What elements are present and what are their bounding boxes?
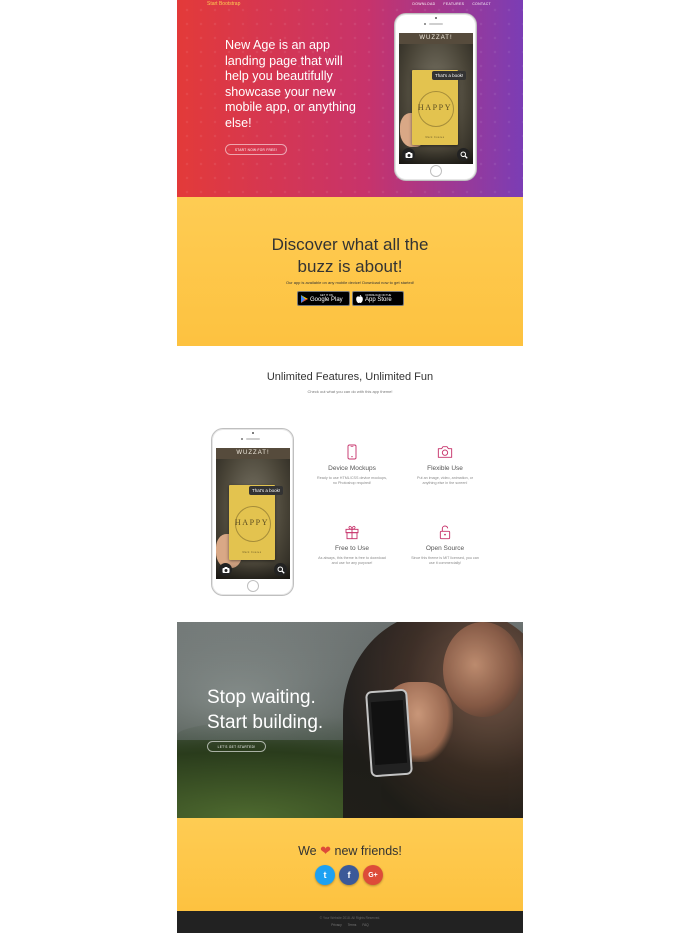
feature-title: Flexible Use [427, 465, 463, 472]
phone-sensor [423, 22, 426, 25]
features-phone-mockup: WUZZAT! HAPPY Mark Coates That's a book! [211, 428, 294, 596]
download-heading: Discover what all the buzz is about! [271, 235, 429, 276]
gift-icon [345, 525, 359, 540]
features-title: Unlimited Features, Unlimited Fun [266, 371, 434, 383]
feature-text: Ready to use HTML/CSS device mockups, no… [317, 476, 387, 485]
camera-icon [437, 446, 453, 458]
phone-speaker [245, 438, 260, 440]
feature-text: As always, this theme is free to downloa… [318, 556, 386, 565]
navbar: Start Bootstrap Download Features Contac… [177, 0, 523, 10]
book-author: Mark Coates [242, 551, 262, 554]
speech-bubble: That's a book! [432, 71, 467, 80]
landing-page: New Age is an app landing page that will… [177, 0, 523, 933]
copyright: © Your Website 2018. All Rights Reserved… [319, 916, 381, 920]
hero-section: New Age is an app landing page that will… [177, 0, 523, 197]
apple-badge-big: App Store [365, 296, 392, 303]
footer: © Your Website 2018. All Rights Reserved… [177, 911, 523, 933]
heart-icon: ❤ [320, 843, 332, 858]
twitter-icon[interactable]: t [315, 865, 335, 885]
contact-heading: We ❤ new friends! [177, 843, 523, 859]
nav-link-download[interactable]: Download [412, 2, 435, 6]
footer-link-terms[interactable]: Terms [348, 923, 357, 927]
feature-title: Free to Use [335, 545, 369, 552]
apple-icon [356, 294, 363, 303]
search-icon[interactable] [457, 148, 470, 161]
book-title: HAPPY [417, 103, 453, 112]
feature-title: Device Mockups [328, 465, 376, 472]
social-buttons: t f G+ [315, 865, 383, 885]
download-text: Our app is available on any mobile devic… [285, 280, 415, 285]
brand-logo[interactable]: Start Bootstrap [207, 1, 240, 7]
phone-camera [434, 17, 437, 19]
hero-heading: New Age is an app landing page that will… [225, 38, 356, 130]
contact-pre: We [298, 844, 317, 858]
hero-phone-mockup: WUZZAT! HAPPY Mark Coates That's a book! [394, 13, 477, 181]
nav-link-contact[interactable]: Contact [472, 2, 491, 6]
feature-device-mockups: Device Mockups Ready to use HTML/CSS dev… [309, 444, 395, 486]
features-subtitle: Check out what you can do with this app … [307, 389, 393, 394]
get-started-button[interactable]: Let's Get Started! [207, 741, 266, 752]
feature-text: Since this theme is MIT licensed, you ca… [411, 556, 479, 565]
nav-link-features[interactable]: Features [443, 2, 464, 6]
cta-section: Stop waiting. Start building. Let's Get … [177, 622, 523, 818]
cta-line-2: Start building. [207, 712, 324, 733]
facebook-icon[interactable]: f [339, 865, 359, 885]
handheld-phone [365, 688, 413, 778]
speech-bubble: That's a book! [249, 486, 284, 495]
download-section: Discover what all the buzz is about! Our… [177, 197, 523, 346]
feature-title: Open Source [425, 545, 465, 552]
contact-section: We ❤ new friends! t f G+ [177, 818, 523, 911]
cta-heading: Stop waiting. Start building. [207, 685, 323, 735]
feature-free-to-use: Free to Use As always, this theme is fre… [309, 524, 395, 566]
footer-link-privacy[interactable]: Privacy [331, 923, 341, 927]
lock-open-icon [439, 525, 451, 540]
feature-open-source: Open Source Since this theme is MIT lice… [402, 524, 488, 566]
book: HAPPY Mark Coates [229, 485, 275, 560]
nav-links: Download Features Contact [412, 2, 491, 6]
camera-icon[interactable] [402, 148, 415, 161]
book-author: Mark Coates [425, 136, 445, 139]
footer-link-faq[interactable]: FAQ [362, 923, 368, 927]
phone-sensor [240, 437, 243, 440]
app-store-badge[interactable]: Download on the App Store [352, 291, 404, 306]
search-icon[interactable] [274, 563, 287, 576]
contact-post: new friends! [334, 844, 402, 858]
camera-icon[interactable] [219, 563, 232, 576]
phone-camera [251, 432, 254, 434]
phone-screen: WUZZAT! HAPPY Mark Coates That's a book! [399, 33, 473, 164]
phone-speaker [428, 23, 443, 25]
phone-screen: WUZZAT! HAPPY Mark Coates That's a book! [216, 448, 290, 579]
phone-icon [347, 444, 357, 460]
app-name: WUZZAT! [399, 33, 473, 44]
phone-home-button [246, 580, 259, 592]
app-name: WUZZAT! [216, 448, 290, 459]
feature-flexible-use: Flexible Use Put an image, video, animat… [402, 444, 488, 486]
google-badge-big: Google Play [310, 296, 343, 303]
features-section: Unlimited Features, Unlimited Fun Check … [177, 346, 523, 622]
person-head [443, 622, 523, 717]
start-now-button[interactable]: Start Now for Free! [225, 144, 287, 155]
feature-text: Put an image, video, animation, or anyth… [417, 476, 473, 485]
store-badges: GET IT ON Google Play Download on the Ap… [297, 291, 404, 306]
google-play-icon [301, 294, 308, 303]
footer-links: Privacy Terms FAQ [177, 923, 523, 927]
handheld-phone-screen [370, 699, 408, 766]
cta-line-1: Stop waiting. [207, 687, 316, 708]
phone-home-button [429, 165, 442, 177]
google-plus-icon[interactable]: G+ [363, 865, 383, 885]
book: HAPPY Mark Coates [412, 70, 458, 145]
google-play-badge[interactable]: GET IT ON Google Play [297, 291, 350, 306]
book-title: HAPPY [234, 518, 270, 527]
